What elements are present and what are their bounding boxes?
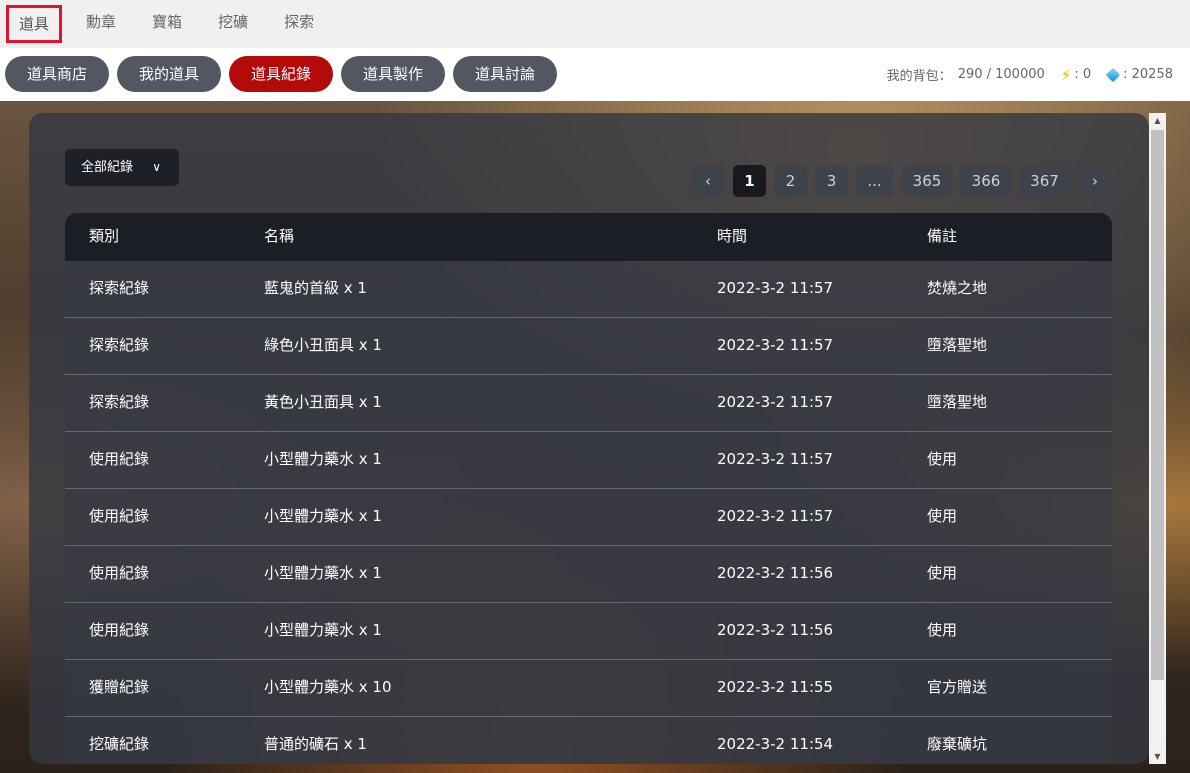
table-row: 探索紀錄 黃色小丑面具 x 1 2022-3-2 11:57 墮落聖地 (65, 374, 1112, 431)
table-row: 使用紀錄 小型體力藥水 x 1 2022-3-2 11:57 使用 (65, 488, 1112, 545)
table-row: 使用紀錄 小型體力藥水 x 1 2022-3-2 11:57 使用 (65, 431, 1112, 488)
tab-explore[interactable]: 探索 (266, 0, 332, 48)
page-scrollbar[interactable]: ▲ ▼ (1149, 113, 1166, 764)
cell-time: 2022-3-2 11:56 (717, 564, 834, 582)
page-button[interactable]: 366 (960, 165, 1012, 197)
cell-time: 2022-3-2 11:57 (717, 450, 834, 468)
page-button[interactable]: 365 (901, 165, 953, 197)
cell-note: 廢棄礦坑 (927, 735, 988, 753)
tab-mining[interactable]: 挖礦 (200, 0, 266, 48)
bag-label: 我的背包： (886, 69, 952, 84)
cell-name: 小型體力藥水 x 1 (264, 450, 382, 468)
prev-page-button[interactable]: ‹ (691, 165, 725, 197)
scrollbar-thumb[interactable] (1151, 130, 1164, 680)
cell-name: 小型體力藥水 x 1 (264, 507, 382, 525)
chevron-left-icon: ‹ (705, 172, 711, 190)
cell-category: 使用紀錄 (89, 564, 150, 582)
cell-name: 小型體力藥水 x 1 (264, 564, 382, 582)
gem-value: : 20258 (1123, 67, 1173, 82)
item-crafting-button[interactable]: 道具製作 (341, 56, 445, 92)
table-row: 使用紀錄 小型體力藥水 x 1 2022-3-2 11:56 使用 (65, 545, 1112, 602)
cell-time: 2022-3-2 11:57 (717, 507, 834, 525)
cell-time: 2022-3-2 11:55 (717, 678, 834, 696)
table-body: 探索紀錄 藍鬼的首級 x 1 2022-3-2 11:57 焚燒之地 探索紀錄 綠色小丑面… (65, 261, 1112, 764)
tab-chests[interactable]: 寶箱 (134, 0, 200, 48)
page-button[interactable]: 2 (774, 165, 807, 197)
records-panel: 全部紀錄 ∨ ‹ 1 2 3 ... 365 366 367 › 類別 名稱 時… (29, 113, 1149, 764)
table-row: 使用紀錄 小型體力藥水 x 1 2022-3-2 11:56 使用 (65, 602, 1112, 659)
cell-category: 探索紀錄 (89, 279, 150, 297)
lightning-icon: ⚡ (1060, 65, 1072, 84)
gem-icon (1105, 67, 1121, 82)
cell-name: 黃色小丑面具 x 1 (264, 393, 382, 411)
cell-note: 焚燒之地 (927, 279, 988, 297)
cell-note: 墮落聖地 (927, 336, 988, 354)
table-row: 獲贈紀錄 小型體力藥水 x 10 2022-3-2 11:55 官方贈送 (65, 659, 1112, 716)
cell-category: 使用紀錄 (89, 450, 150, 468)
filter-label: 全部紀錄 (81, 160, 134, 175)
cell-name: 藍鬼的首級 x 1 (264, 279, 367, 297)
records-table: 類別 名稱 時間 備註 探索紀錄 藍鬼的首級 x 1 2022-3-2 11:57 焚… (65, 213, 1112, 764)
cell-time: 2022-3-2 11:57 (717, 336, 834, 354)
header-note: 備註 (927, 227, 958, 245)
user-stats: 我的背包： 290 / 100000 ⚡ : 0 : 20258 (887, 48, 1173, 101)
cell-name: 小型體力藥水 x 1 (264, 621, 382, 639)
cell-category: 獲贈紀錄 (89, 678, 150, 696)
cell-category: 探索紀錄 (89, 393, 150, 411)
cell-note: 使用 (927, 564, 958, 582)
cell-time: 2022-3-2 11:56 (717, 621, 834, 639)
page-ellipsis: ... (856, 165, 893, 197)
item-discussion-button[interactable]: 道具討論 (453, 56, 557, 92)
cell-note: 官方贈送 (927, 678, 988, 696)
cell-note: 使用 (927, 621, 958, 639)
header-category: 類別 (89, 227, 120, 245)
tab-items[interactable]: 道具 (6, 5, 63, 43)
cell-time: 2022-3-2 11:54 (717, 735, 834, 753)
record-filter-dropdown[interactable]: 全部紀錄 ∨ (65, 149, 179, 186)
bag-value: 290 / 100000 (957, 67, 1045, 82)
cell-category: 探索紀錄 (89, 336, 150, 354)
table-row: 探索紀錄 綠色小丑面具 x 1 2022-3-2 11:57 墮落聖地 (65, 317, 1112, 374)
page-button[interactable]: 3 (815, 165, 848, 197)
energy-value: : 0 (1074, 67, 1092, 82)
next-page-button[interactable]: › (1078, 165, 1112, 197)
chevron-right-icon: › (1092, 172, 1098, 190)
header-time: 時間 (717, 227, 748, 245)
scroll-down-arrow-icon[interactable]: ▼ (1149, 749, 1166, 764)
my-items-button[interactable]: 我的道具 (117, 56, 221, 92)
cell-note: 使用 (927, 450, 958, 468)
item-records-button[interactable]: 道具紀錄 (229, 56, 333, 92)
header-name: 名稱 (264, 227, 295, 245)
item-shop-button[interactable]: 道具商店 (5, 56, 109, 92)
cell-name: 綠色小丑面具 x 1 (264, 336, 382, 354)
cell-name: 小型體力藥水 x 10 (264, 678, 392, 696)
cell-note: 使用 (927, 507, 958, 525)
cell-time: 2022-3-2 11:57 (717, 393, 834, 411)
page-button[interactable]: 367 (1019, 165, 1070, 197)
chevron-down-icon: ∨ (152, 160, 161, 174)
cell-category: 使用紀錄 (89, 621, 150, 639)
table-row: 挖礦紀錄 普通的礦石 x 1 2022-3-2 11:54 廢棄礦坑 (65, 716, 1112, 764)
cell-category: 挖礦紀錄 (89, 735, 150, 753)
tab-medals[interactable]: 勳章 (68, 0, 134, 48)
cell-time: 2022-3-2 11:57 (717, 279, 834, 297)
cell-category: 使用紀錄 (89, 507, 150, 525)
cell-note: 墮落聖地 (927, 393, 988, 411)
cell-name: 普通的礦石 x 1 (264, 735, 367, 753)
table-header: 類別 名稱 時間 備註 (65, 213, 1112, 261)
sub-nav-bar: 道具商店 我的道具 道具紀錄 道具製作 道具討論 我的背包： 290 / 100… (0, 48, 1190, 102)
top-tab-bar: 道具 勳章 寶箱 挖礦 探索 (0, 0, 1190, 48)
table-row: 探索紀錄 藍鬼的首級 x 1 2022-3-2 11:57 焚燒之地 (65, 261, 1112, 317)
page-button[interactable]: 1 (733, 165, 766, 197)
scroll-up-arrow-icon[interactable]: ▲ (1149, 113, 1166, 128)
